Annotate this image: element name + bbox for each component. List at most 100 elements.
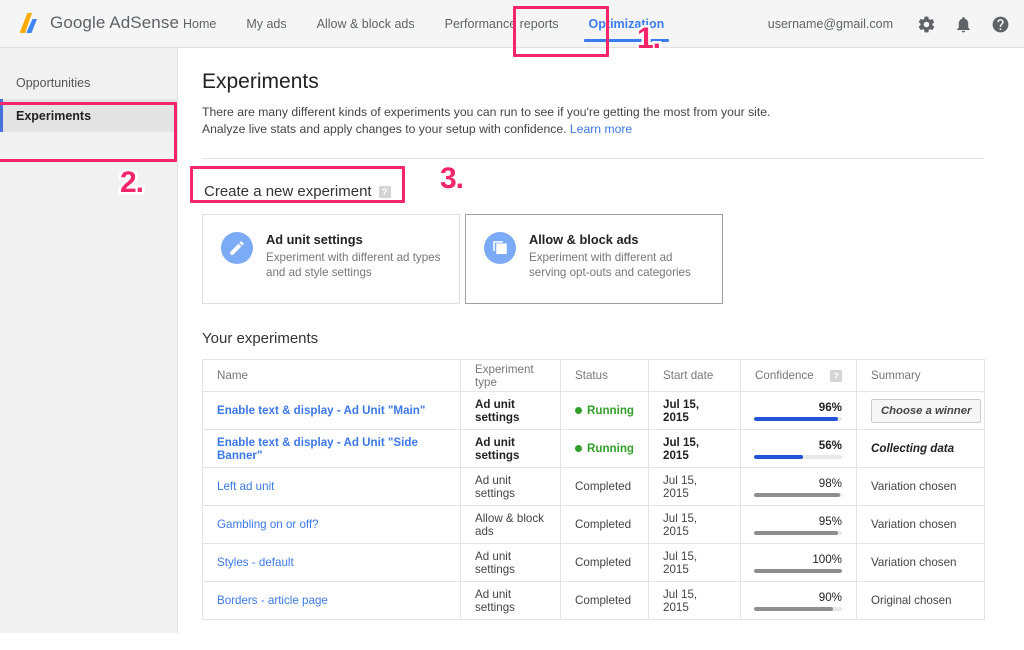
status-label: Completed	[575, 518, 631, 531]
column-header-status[interactable]: Status	[561, 360, 649, 392]
experiment-name-link[interactable]: Left ad unit	[217, 480, 274, 493]
nav-item-my-ads[interactable]: My ads	[231, 0, 301, 48]
confidence-header-label: Confidence	[755, 369, 814, 382]
help-square-icon[interactable]: ?	[830, 370, 842, 382]
table-row: Enable text & display - Ad Unit "Main"Ad…	[203, 392, 985, 430]
confidence-wrap: 100%	[755, 551, 842, 575]
table-row: Left ad unit Ad unit settingsCompletedJul…	[203, 468, 985, 506]
top-right-controls: username@gmail.com	[768, 0, 1010, 48]
help-square-icon[interactable]: ?	[379, 186, 391, 198]
cell-experiment-type: Ad unit settings	[461, 582, 561, 620]
help-circle-icon[interactable]	[991, 15, 1010, 34]
left-sidebar: Opportunities Experiments	[0, 48, 178, 633]
card-icon-wrap	[484, 232, 516, 264]
choose-a-winner-button[interactable]: Choose a winner	[871, 399, 981, 423]
image-icon	[491, 239, 509, 257]
column-header-experiment-type[interactable]: Experiment type	[461, 360, 561, 392]
confidence-wrap: 56%	[755, 437, 842, 461]
cell-status: Completed	[561, 468, 649, 506]
page-title: Experiments	[202, 70, 984, 94]
experiment-type-cards: Ad unit settings Experiment with differe…	[202, 214, 984, 304]
experiment-name-link[interactable]: Enable text & display - Ad Unit "Side Ba…	[217, 436, 418, 462]
cell-summary: Choose a winner	[857, 392, 985, 430]
cell-name: Left ad unit	[203, 468, 461, 506]
confidence-progress-bar	[754, 607, 842, 611]
create-experiment-heading: Create a new experiment ?	[202, 179, 395, 204]
page-description-text: There are many different kinds of experi…	[202, 105, 770, 136]
status-dot-icon	[575, 407, 582, 414]
confidence-progress-fill	[754, 531, 838, 535]
learn-more-link[interactable]: Learn more	[570, 122, 632, 136]
cell-name: Enable text & display - Ad Unit "Main"	[203, 392, 461, 430]
nav-item-home[interactable]: Home	[168, 0, 231, 48]
column-header-confidence[interactable]: Confidence ?	[741, 360, 857, 392]
status-label: Completed	[575, 594, 631, 607]
cell-start-date: Jul 15, 2015	[649, 506, 741, 544]
top-navigation-bar: Google AdSense Home My ads Allow & block…	[0, 0, 1024, 48]
your-experiments-heading: Your experiments	[202, 330, 984, 347]
column-header-name[interactable]: Name	[203, 360, 461, 392]
confidence-wrap: 98%	[755, 475, 842, 499]
confidence-progress-bar	[754, 493, 842, 497]
user-email-label: username@gmail.com	[768, 17, 893, 31]
status-dot-icon	[575, 445, 582, 452]
cell-start-date: Jul 15, 2015	[649, 544, 741, 582]
cell-start-date: Jul 15, 2015	[649, 430, 741, 468]
confidence-progress-bar	[754, 531, 842, 535]
cell-experiment-type: Ad unit settings	[461, 544, 561, 582]
confidence-wrap: 90%	[755, 589, 842, 613]
cell-start-date: Jul 15, 2015	[649, 468, 741, 506]
cell-start-date: Jul 15, 2015	[649, 392, 741, 430]
cell-summary: Variation chosen	[857, 544, 985, 582]
experiment-name-link[interactable]: Gambling on or off?	[217, 518, 319, 531]
column-header-summary[interactable]: Summary	[857, 360, 985, 392]
cell-confidence: 100%	[741, 544, 857, 582]
confidence-percent-label: 90%	[819, 591, 842, 604]
sidebar-item-experiments[interactable]: Experiments	[0, 99, 177, 132]
cell-start-date: Jul 15, 2015	[649, 582, 741, 620]
cell-experiment-type: Ad unit settings	[461, 468, 561, 506]
experiments-table: Name Experiment type Status Start date C…	[202, 359, 985, 620]
bell-icon[interactable]	[954, 15, 973, 34]
cell-experiment-type: Allow & block ads	[461, 506, 561, 544]
section-divider	[202, 158, 984, 159]
experiment-name-link[interactable]: Borders - article page	[217, 594, 328, 607]
confidence-percent-label: 56%	[819, 439, 842, 452]
confidence-progress-bar	[754, 417, 842, 421]
confidence-progress-fill	[754, 417, 838, 421]
sidebar-item-opportunities[interactable]: Opportunities	[0, 66, 177, 99]
confidence-wrap: 96%	[755, 399, 842, 423]
card-icon-wrap	[221, 232, 253, 264]
gear-icon[interactable]	[917, 15, 936, 34]
confidence-header-inner: Confidence ?	[755, 369, 842, 382]
cell-summary: Original chosen	[857, 582, 985, 620]
table-body: Enable text & display - Ad Unit "Main" Ad…	[203, 392, 985, 620]
brand-logo-area[interactable]: Google AdSense	[18, 12, 179, 34]
cell-status: Completed	[561, 506, 649, 544]
card-subtitle: Experiment with different ad types and a…	[266, 250, 445, 280]
table-header-row: Name Experiment type Status Start date C…	[203, 360, 985, 392]
create-experiment-label: Create a new experiment	[204, 183, 372, 200]
experiment-name-link[interactable]: Styles - default	[217, 556, 294, 569]
cell-name: Gambling on or off?	[203, 506, 461, 544]
confidence-percent-label: 95%	[819, 515, 842, 528]
cell-confidence: 98%	[741, 468, 857, 506]
table-row: Styles - default Ad unit settings Complete…	[203, 544, 985, 582]
card-title: Ad unit settings	[266, 232, 445, 247]
cell-summary: Variation chosen	[857, 468, 985, 506]
status-label: Completed	[575, 556, 631, 569]
table-header: Name Experiment type Status Start date C…	[203, 360, 985, 392]
nav-item-optimization[interactable]: Optimization	[574, 0, 680, 48]
nav-item-performance-reports[interactable]: Performance reports	[430, 0, 574, 48]
cell-confidence: 96%	[741, 392, 857, 430]
table-row: Borders - article page Ad unit settings Co…	[203, 582, 985, 620]
card-allow-block-ads[interactable]: Allow & block ads Experiment with differ…	[465, 214, 723, 304]
card-ad-unit-settings[interactable]: Ad unit settings Experiment with differe…	[202, 214, 460, 304]
confidence-progress-bar	[754, 455, 842, 459]
confidence-wrap: 95%	[755, 513, 842, 537]
column-header-start-date[interactable]: Start date	[649, 360, 741, 392]
experiment-name-link[interactable]: Enable text & display - Ad Unit "Main"	[217, 404, 425, 417]
card-text-block: Allow & block ads Experiment with differ…	[529, 232, 708, 280]
adsense-logo-icon	[18, 12, 42, 34]
nav-item-allow-block-ads[interactable]: Allow & block ads	[302, 0, 430, 48]
